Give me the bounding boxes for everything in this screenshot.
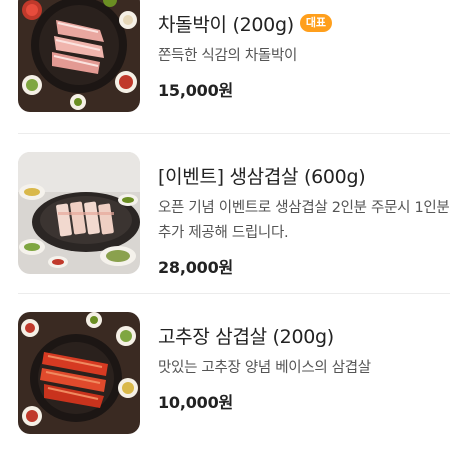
pork-belly-photo-icon (18, 152, 140, 274)
menu-item-image (18, 152, 140, 274)
menu-item-price: 28,000원 (158, 258, 234, 277)
menu-item-title: [이벤트] 생삼겹살 (600g) (158, 165, 366, 188)
menu-item-price: 15,000원 (158, 81, 234, 100)
spicy-pork-photo-icon (18, 312, 140, 434)
grilled-meat-photo-icon (18, 0, 140, 112)
menu-item-gochujang-pork[interactable]: 고추장 삼겹살 (200g) 맛있는 고추장 양념 베이스의 삼겹살 10,00… (0, 294, 466, 453)
menu-item-price: 10,000원 (158, 393, 234, 412)
menu-item-image (18, 0, 140, 112)
menu-item-chadolbaegi[interactable]: 차돌박이 (200g) 대표 쫀득한 식감의 차돌박이 15,000원 (0, 0, 466, 133)
menu-item-title-row: [이벤트] 생삼겹살 (600g) (158, 160, 458, 190)
signature-badge: 대표 (299, 14, 333, 32)
menu-list: 차돌박이 (200g) 대표 쫀득한 식감의 차돌박이 15,000원 [이벤트… (0, 0, 466, 453)
menu-item-description: 오픈 기념 이벤트로 생삼겹살 2인분 주문시 1인분 추가 제공해 드립니다. (158, 200, 450, 241)
menu-item-description: 맛있는 고추장 양념 베이스의 삼겹살 (158, 360, 371, 376)
menu-item-image (18, 312, 140, 434)
menu-item-title-row: 차돌박이 (200g) 대표 (158, 8, 458, 38)
menu-item-pork-belly-event[interactable]: [이벤트] 생삼겹살 (600g) 오픈 기념 이벤트로 생삼겹살 2인분 주문… (0, 134, 466, 293)
menu-item-description: 쫀득한 식감의 차돌박이 (158, 48, 298, 64)
menu-item-title: 고추장 삼겹살 (200g) (158, 325, 334, 348)
menu-item-title: 차돌박이 (200g) (158, 13, 294, 36)
menu-item-title-row: 고추장 삼겹살 (200g) (158, 320, 458, 350)
